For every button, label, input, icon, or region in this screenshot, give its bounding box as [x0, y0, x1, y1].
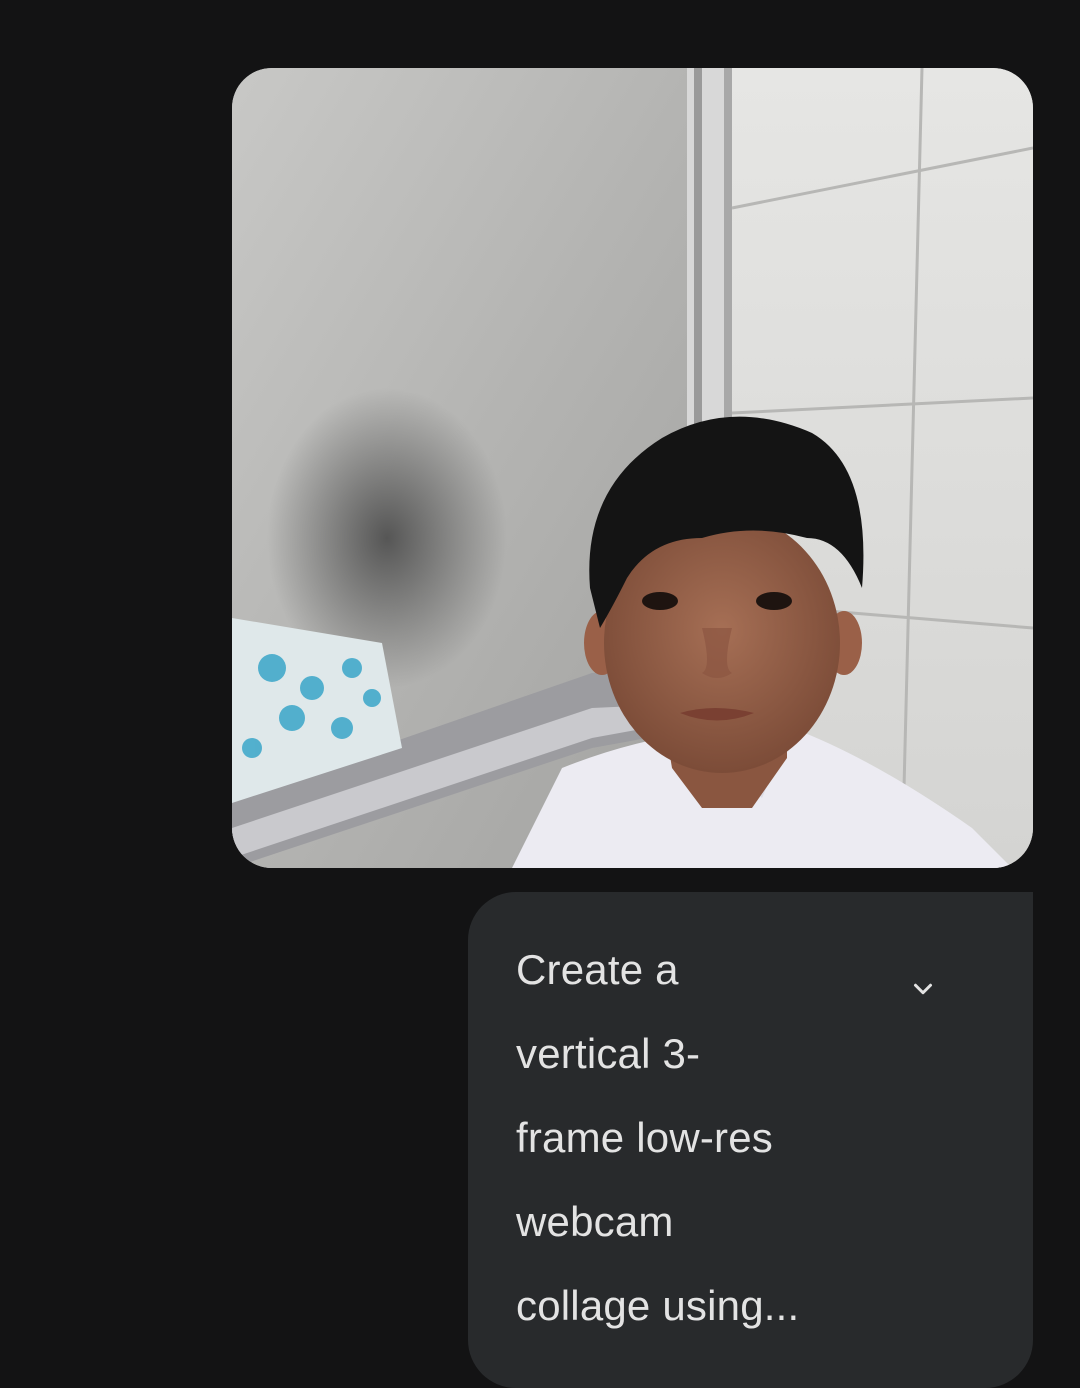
photo-thumbnail: [232, 68, 1033, 868]
prompt-text: Create a vertical 3- frame low-res webca…: [516, 946, 800, 1329]
attached-photo[interactable]: [232, 68, 1033, 868]
chevron-down-icon: [914, 983, 932, 995]
prompt-bubble[interactable]: Create a vertical 3- frame low-res webca…: [468, 892, 1033, 1388]
expand-prompt-button[interactable]: [898, 964, 948, 1014]
